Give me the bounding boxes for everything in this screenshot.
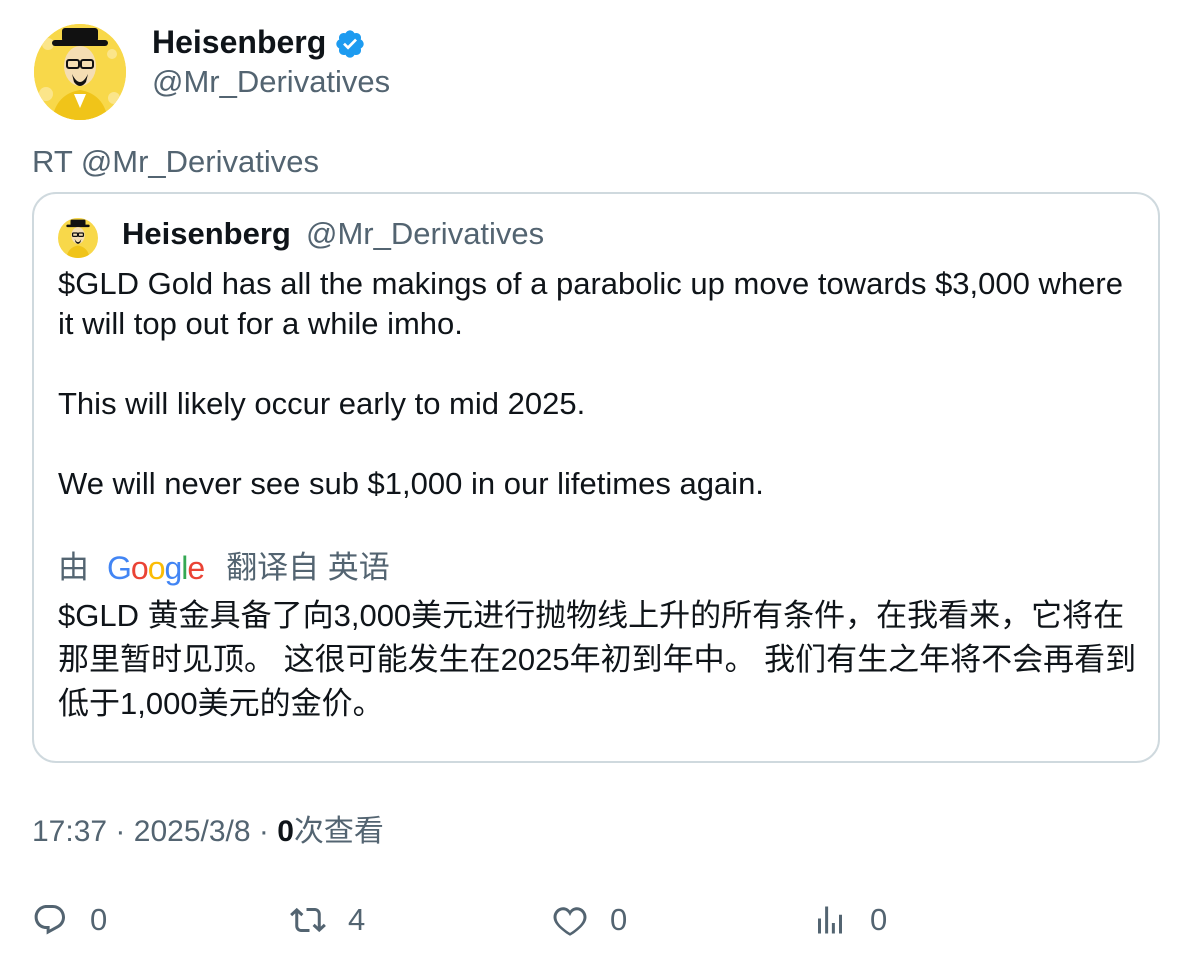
bar-chart-icon: [818, 906, 842, 934]
quoted-paragraph: $GLD Gold has all the makings of a parab…: [58, 266, 1123, 341]
retweet-count: 4: [348, 902, 366, 937]
quoted-author-handle: @Mr_Derivatives: [306, 216, 545, 251]
heisenberg-avatar-image: [58, 218, 98, 258]
verified-badge-icon: [336, 30, 364, 58]
author-avatar[interactable]: [34, 24, 126, 120]
heisenberg-avatar-image: [34, 24, 126, 120]
quoted-author-avatar: [58, 218, 98, 258]
views-label: 次查看: [293, 815, 384, 848]
reply-count: 0: [90, 902, 108, 937]
quoted-author-name: Heisenberg: [122, 216, 291, 251]
reply-button[interactable]: 0: [32, 896, 107, 944]
translated-text: $GLD 黄金具备了向3,000美元进行抛物线上升的所有条件，在我看来，它将在那…: [58, 598, 1137, 721]
retweet-button[interactable]: 4: [290, 896, 365, 944]
author-name[interactable]: Heisenberg: [152, 22, 326, 62]
retweet-icon: [290, 907, 326, 933]
views-action-count: 0: [870, 902, 888, 937]
views-button[interactable]: 0: [812, 896, 887, 944]
quoted-tweet-text: $GLD Gold has all the makings of a parab…: [58, 264, 1138, 544]
tweet-date[interactable]: 2025/3/8: [134, 815, 251, 848]
separator: ·: [115, 815, 126, 848]
author-handle[interactable]: @Mr_Derivatives: [152, 62, 390, 102]
quoted-paragraph: We will never see sub $1,000 in our life…: [58, 466, 764, 501]
heart-icon: [553, 907, 587, 936]
google-logo: Google: [107, 550, 205, 586]
retweet-text: RT @Mr_Derivatives: [32, 144, 319, 179]
tweet-metadata: 17:37 · 2025/3/8 · 0次查看: [32, 812, 384, 852]
views-count: 0: [277, 815, 294, 848]
tweet-time[interactable]: 17:37: [32, 815, 107, 848]
quoted-tweet-card[interactable]: Heisenberg @Mr_Derivatives $GLD Gold has…: [32, 192, 1160, 763]
quoted-paragraph: This will likely occur early to mid 2025…: [58, 386, 586, 421]
like-count: 0: [610, 902, 628, 937]
reply-icon: [34, 905, 65, 935]
like-button[interactable]: 0: [552, 896, 627, 944]
translation-attribution: 由 Google 翻译自 英语: [58, 546, 390, 590]
separator: ·: [258, 815, 269, 848]
translate-prefix: 由: [58, 550, 89, 585]
translate-suffix: 翻译自 英语: [226, 550, 390, 585]
